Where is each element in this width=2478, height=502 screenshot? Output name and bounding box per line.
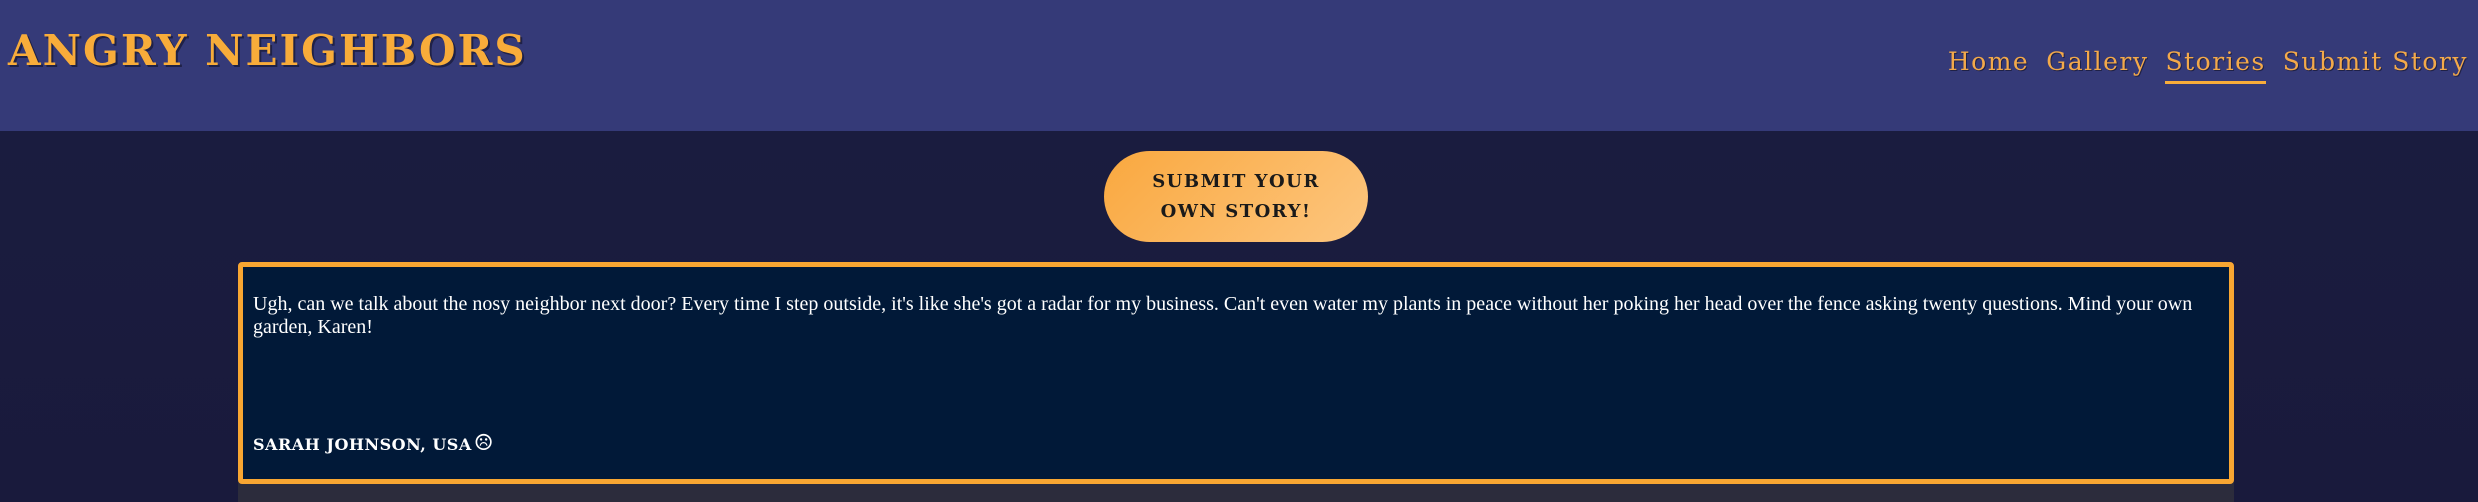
submit-button-line-2: OWN STORY! [1160,200,1312,222]
submit-button-line-1: SUBMIT YOUR [1152,170,1320,192]
story-card: Ugh, can we talk about the nosy neighbor… [238,262,2234,484]
nav-gallery[interactable]: Gallery [2046,47,2148,84]
main-nav: Home Gallery Stories Submit Story [1948,47,2468,84]
site-logo[interactable]: ANGRY NEIGHBORS [8,26,527,75]
nav-home[interactable]: Home [1948,47,2029,84]
nav-stories[interactable]: Stories [2165,47,2266,84]
nav-submit-story[interactable]: Submit Story [2283,47,2468,84]
story-author: SARAH JOHNSON, USA☹ [253,431,494,456]
frowning-face-icon: ☹ [473,431,495,456]
story-text: Ugh, can we talk about the nosy neighbor… [253,293,2193,338]
story-author-name: SARAH JOHNSON, USA [253,435,472,454]
submit-own-story-button[interactable]: SUBMIT YOUR OWN STORY! [1104,151,1368,242]
site-header: ANGRY NEIGHBORS Home Gallery Stories Sub… [0,0,2478,131]
